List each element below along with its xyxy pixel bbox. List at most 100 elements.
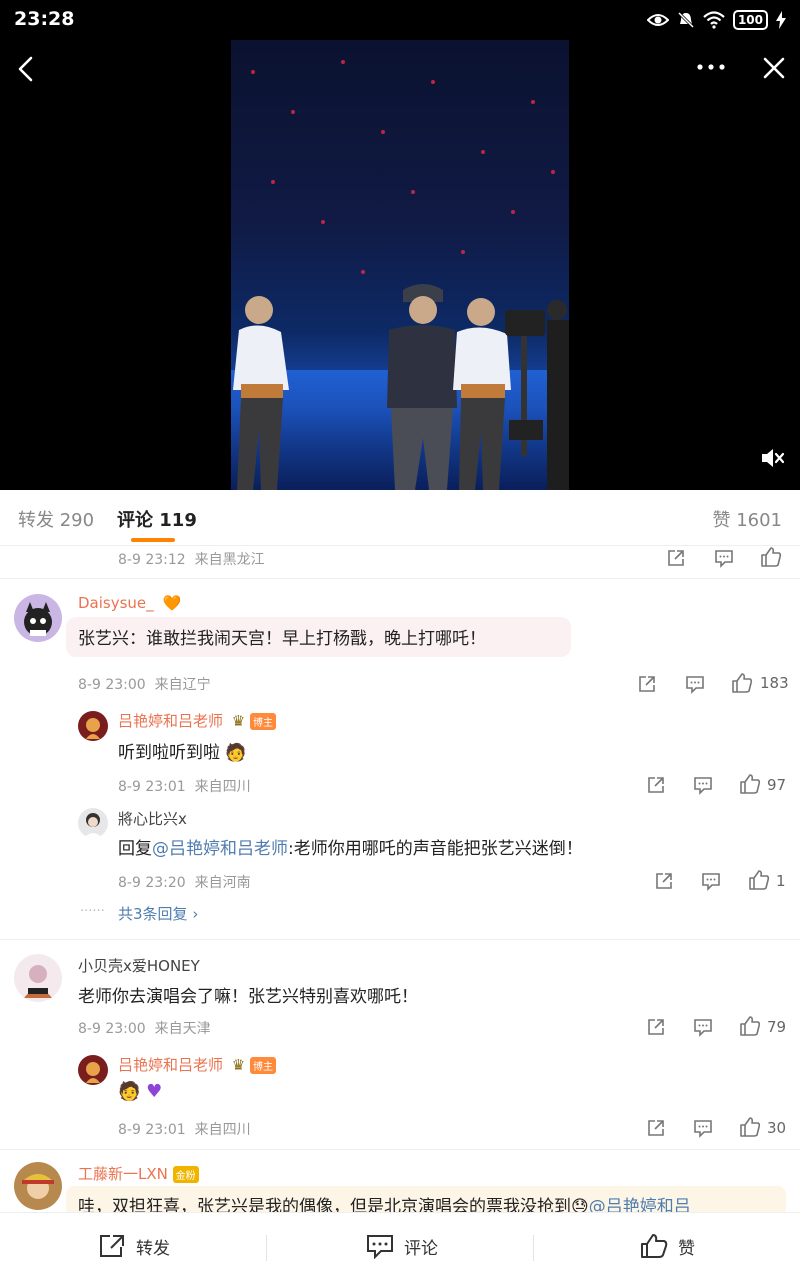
reply-time: 8-9 23:01 — [118, 1122, 186, 1138]
avatar[interactable] — [14, 594, 62, 642]
mention-link[interactable]: @吕艳婷和吕老师 — [152, 839, 288, 859]
more-replies-text[interactable]: 共3条回复 — [118, 905, 188, 923]
reply-username[interactable]: 將心比兴x — [118, 808, 187, 829]
singer-center-illustration — [387, 284, 457, 490]
tab-repost[interactable]: 转发 290 — [18, 506, 94, 532]
battery-indicator: 100 — [732, 10, 768, 30]
video-frame[interactable] — [231, 40, 569, 490]
comment-text: 张艺兴：谁敢拦我闹天宫！早上打杨戬，晚上打哪吒！ — [78, 629, 486, 649]
comment-icon — [367, 1235, 393, 1259]
like-icon[interactable] — [748, 869, 770, 891]
like-count: 79 — [767, 1018, 787, 1036]
repost-icon — [100, 1235, 124, 1257]
chevron-right-icon: › — [192, 905, 199, 923]
more-replies-link[interactable]: 共3条回复 › — [118, 903, 198, 924]
divider — [0, 578, 800, 579]
more-icon[interactable] — [696, 62, 726, 72]
comment-icon[interactable] — [714, 548, 734, 568]
divider — [533, 1235, 534, 1261]
crown-icon: ♛ — [231, 712, 246, 730]
back-icon[interactable] — [16, 56, 36, 82]
like-icon[interactable] — [739, 1116, 761, 1138]
repost-button[interactable]: 转发 — [98, 1233, 170, 1259]
comment-time: 8-9 23:00 — [78, 677, 146, 693]
author-badge: 博主 — [250, 1057, 277, 1074]
repost-label[interactable]: 转发 — [136, 1234, 170, 1259]
comment-icon[interactable] — [693, 1017, 713, 1037]
like-icon[interactable] — [739, 1015, 761, 1037]
share-icon[interactable] — [654, 871, 674, 891]
comment-meta: 8-9 23:00 来自天津 — [78, 1018, 211, 1038]
reply-username[interactable]: 吕艳婷和吕老师 ♛ 博主 — [118, 1054, 277, 1075]
video-player[interactable]: 23:28 100 — [0, 0, 800, 490]
reply-emojis: 🧑 ♥ — [118, 1081, 162, 1102]
fan-badge-icon: 🧡 — [162, 594, 182, 612]
reply-username[interactable]: 吕艳婷和吕老师 ♛ 博主 — [118, 710, 277, 731]
purple-heart-icon: ♥ — [146, 1081, 163, 1102]
reply-text: 回复@吕艳婷和吕老师:老师你用哪吒的声音能把张艺兴迷倒！ — [118, 834, 583, 859]
avatar[interactable] — [14, 1162, 62, 1210]
like-icon — [641, 1234, 668, 1258]
comment-time: 8-9 23:00 — [78, 1021, 146, 1037]
dancer-left-illustration — [233, 296, 289, 490]
username-text[interactable]: 吕艳婷和吕老师 — [118, 1056, 223, 1074]
comment-username[interactable]: Daisysue_ 🧡 — [78, 594, 181, 612]
author-badge: 博主 — [250, 713, 277, 730]
share-icon[interactable] — [646, 775, 666, 795]
avatar[interactable] — [78, 711, 108, 741]
mute-icon[interactable] — [760, 446, 786, 470]
camera-rig-illustration — [505, 300, 569, 490]
reply-location: 来自河南 — [194, 875, 251, 891]
comment-icon[interactable] — [693, 1118, 713, 1138]
divider — [0, 939, 800, 940]
comment-meta: 8-9 23:12 来自黑龙江 — [118, 549, 265, 569]
reply-location: 来自四川 — [194, 1122, 251, 1138]
tab-active-indicator — [131, 538, 175, 542]
reply-text-content: :老师你用哪吒的声音能把张艺兴迷倒！ — [288, 839, 583, 859]
share-icon[interactable] — [646, 1118, 666, 1138]
comment-meta: 8-9 23:00 来自辽宁 — [78, 674, 211, 694]
crown-icon: ♛ — [231, 1056, 246, 1074]
reply-prefix: 回复 — [118, 839, 152, 859]
wifi-icon — [703, 11, 725, 29]
reply-text-content: 听到啦听到啦 — [118, 743, 220, 763]
tab-comment[interactable]: 评论 119 — [117, 506, 197, 532]
like-button[interactable]: 赞 — [640, 1233, 695, 1259]
close-icon[interactable] — [762, 56, 786, 80]
bell-off-icon — [677, 11, 694, 29]
share-icon[interactable] — [646, 1017, 666, 1037]
username-text[interactable]: 吕艳婷和吕老师 — [118, 712, 223, 730]
reply-meta: 8-9 23:20 来自河南 — [118, 872, 251, 892]
reply-location: 来自四川 — [194, 779, 251, 795]
tab-like[interactable]: 赞 1601 — [712, 506, 782, 532]
avatar[interactable] — [78, 808, 108, 838]
bottom-action-bar: 转发 评论 赞 — [0, 1212, 800, 1280]
comment-username[interactable]: 工藤新一LXN 金粉 — [78, 1163, 199, 1184]
comment-button[interactable]: 评论 — [366, 1233, 438, 1259]
comment-time: 8-9 23:12 — [118, 552, 186, 568]
reply-meta: 8-9 23:01 来自四川 — [118, 776, 251, 796]
ellipsis-icon: ······ — [80, 904, 105, 919]
like-icon[interactable] — [731, 672, 753, 694]
like-icon[interactable] — [739, 773, 761, 795]
avatar[interactable] — [14, 954, 62, 1002]
comment-label[interactable]: 评论 — [404, 1234, 438, 1259]
reply-time: 8-9 23:20 — [118, 875, 186, 891]
username-text[interactable]: 工藤新一LXN — [78, 1165, 168, 1183]
share-icon[interactable] — [666, 548, 686, 568]
comment-text: 老师你去演唱会了嘛！张艺兴特别喜欢哪吒！ — [78, 987, 418, 1007]
comment-icon[interactable] — [685, 674, 705, 694]
like-icon[interactable] — [760, 546, 782, 568]
avatar[interactable] — [78, 1055, 108, 1085]
like-count: 97 — [767, 776, 787, 794]
username-text[interactable]: Daisysue_ — [78, 594, 154, 612]
screen: 23:28 100 转发 290 评论 119 赞 1601 8-9 23:12… — [0, 0, 800, 1280]
comment-icon[interactable] — [701, 871, 721, 891]
comment-icon[interactable] — [693, 775, 713, 795]
reply-meta: 8-9 23:01 来自四川 — [118, 1119, 251, 1139]
share-icon[interactable] — [637, 674, 657, 694]
like-count: 183 — [760, 674, 789, 692]
like-label[interactable]: 赞 — [678, 1234, 695, 1259]
comment-username[interactable]: 小贝壳x爱HONEY — [78, 955, 200, 976]
comment-location: 来自黑龙江 — [194, 552, 265, 568]
